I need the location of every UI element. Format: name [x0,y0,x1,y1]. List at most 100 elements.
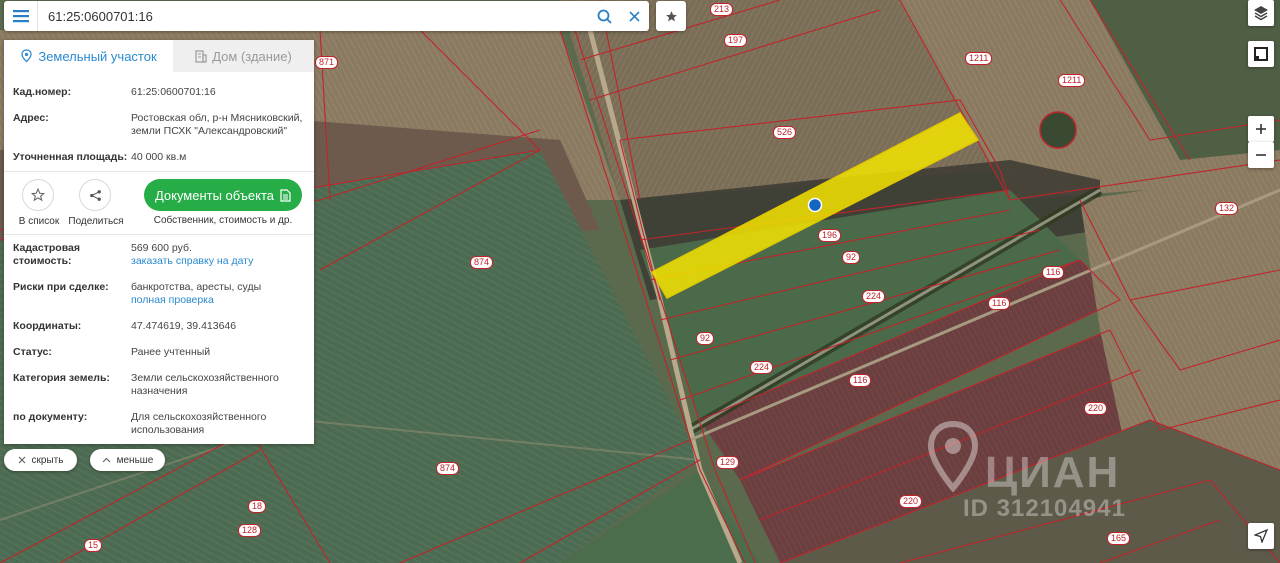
coords-value: 47.474619, 39.413646 [131,320,237,332]
close-icon [628,10,640,22]
map-pin-icon [21,49,32,63]
cad-cost-amount: 569 600 руб. [131,242,192,254]
plot-label: 874 [436,462,460,475]
status-value: Ранее учтенный [131,346,211,358]
plot-label: 871 [315,56,339,69]
search-icon [597,9,612,24]
object-documents-subtitle: Собственник, стоимость и др. [153,215,293,226]
plot-label: 224 [750,361,774,374]
clear-search-button[interactable] [619,1,649,31]
measure-icon [1254,47,1268,61]
share-icon [89,189,101,201]
plot-label: 116 [1042,266,1065,279]
search-bar [4,1,649,31]
status-row: Статус: Ранее учтенный [13,346,308,359]
full-check-link[interactable]: полная проверка [131,294,308,307]
plot-label: 128 [238,524,262,537]
coords-row: Координаты: 47.474619, 39.413646 [13,320,308,333]
cad-number-label: Кад.номер: [13,86,72,98]
plot-label: 526 [773,126,797,139]
building-icon [195,49,207,63]
layers-button[interactable] [1248,0,1274,26]
category-row: Категория земель: Земли сельскохозяйстве… [13,372,308,398]
show-less-button[interactable]: меньше [90,449,165,471]
plot-label: 116 [849,374,872,387]
hide-panel-label: скрыть [31,454,64,466]
share-button[interactable] [79,179,111,211]
address-value: Ростовская обл, р-н Мясниковский, земли … [131,112,308,138]
plot-label: 1211 [965,52,993,65]
area-row: Уточненная площадь: 40 000 кв.м [13,151,308,164]
divider [4,234,314,235]
plot-label: 132 [1215,202,1239,215]
category-value: Земли сельскохозяйственного назначения [131,372,308,398]
plus-icon [1256,124,1266,134]
address-line: земли ПСХК "Александровский" [131,125,288,137]
status-label: Статус: [13,346,52,358]
cian-watermark: ЦИАН ID 312104941 [925,420,1125,522]
plot-label: 1211 [1058,74,1086,87]
plot-label: 213 [710,3,734,16]
tab-house[interactable]: Дом (здание) [173,40,314,72]
plot-label: 18 [248,500,267,513]
add-to-list-button[interactable] [22,179,54,211]
bydoc-line: Для сельскохозяйственного [131,411,267,423]
hamburger-icon [12,10,29,23]
plot-label: 129 [716,456,740,469]
location-pin-icon [927,420,979,493]
risks-text: банкротства, аресты, суды [131,281,262,293]
address-label: Адрес: [13,112,49,124]
cad-cost-label-line: Кадастровая [13,242,80,254]
cad-number-row: Кад.номер: 61:25:0600701:16 [13,86,308,99]
bydoc-line: использования [131,424,205,436]
plot-label: 874 [470,256,494,269]
area-value: 40 000 кв.м [131,151,187,163]
cad-cost-label-line: стоимость: [13,255,72,267]
category-label: Категория земель: [13,372,110,384]
coords-label: Координаты: [13,320,82,332]
zoom-in-button[interactable] [1248,116,1274,142]
bydoc-value: Для сельскохозяйственного использования [131,411,308,437]
category-line: назначения [131,385,188,397]
risks-row: Риски при сделке: банкротства, аресты, с… [13,281,308,307]
address-row: Адрес: Ростовская обл, р-н Мясниковский,… [13,112,308,138]
plot-label: 224 [862,290,886,303]
watermark-id: ID 312104941 [963,495,1126,522]
plot-label: 220 [899,495,923,508]
cad-cost-row: Кадастровая стоимость: 569 600 руб. зака… [13,242,308,268]
plot-label: 220 [1084,402,1108,415]
star-outline-icon [31,188,45,202]
area-label: Уточненная площадь: [13,151,128,163]
star-icon [665,10,677,21]
plot-label: 165 [1107,532,1131,545]
plot-label: 92 [842,251,861,264]
tab-land-plot-label: Земельный участок [38,48,157,64]
cad-cost-label: Кадастровая стоимость: [13,242,131,268]
plot-label: 15 [84,539,103,552]
cad-number-value[interactable]: 61:25:0600701:16 [131,86,308,99]
object-documents-button[interactable]: Документы объекта [144,179,302,211]
menu-button[interactable] [4,1,38,31]
favorite-button[interactable] [656,1,686,31]
zoom-out-button[interactable] [1248,142,1274,168]
divider [4,171,314,172]
tab-land-plot[interactable]: Земельный участок [4,40,173,72]
geolocate-button[interactable] [1248,523,1274,549]
bydoc-row: по документу: Для сельскохозяйственного … [13,411,308,437]
order-certificate-link[interactable]: заказать справку на дату [131,255,308,268]
search-button[interactable] [589,1,619,31]
watermark-brand: ЦИАН [985,448,1121,497]
close-icon [18,456,25,464]
cad-cost-value: 569 600 руб. заказать справку на дату [131,242,308,268]
category-line: Земли сельскохозяйственного [131,372,279,384]
tab-house-label: Дом (здание) [212,48,292,64]
hide-panel-button[interactable]: скрыть [4,449,77,471]
ruler-button[interactable] [1248,41,1274,67]
navigation-arrow-icon [1254,529,1268,543]
minus-icon [1256,154,1266,156]
risks-value: банкротства, аресты, суды полная проверк… [131,281,308,307]
chevron-up-icon [102,457,111,463]
search-input[interactable] [38,2,589,30]
object-documents-label: Документы объекта [154,187,275,203]
info-panel: Земельный участок Дом (здание) Кад.номер… [4,40,314,444]
